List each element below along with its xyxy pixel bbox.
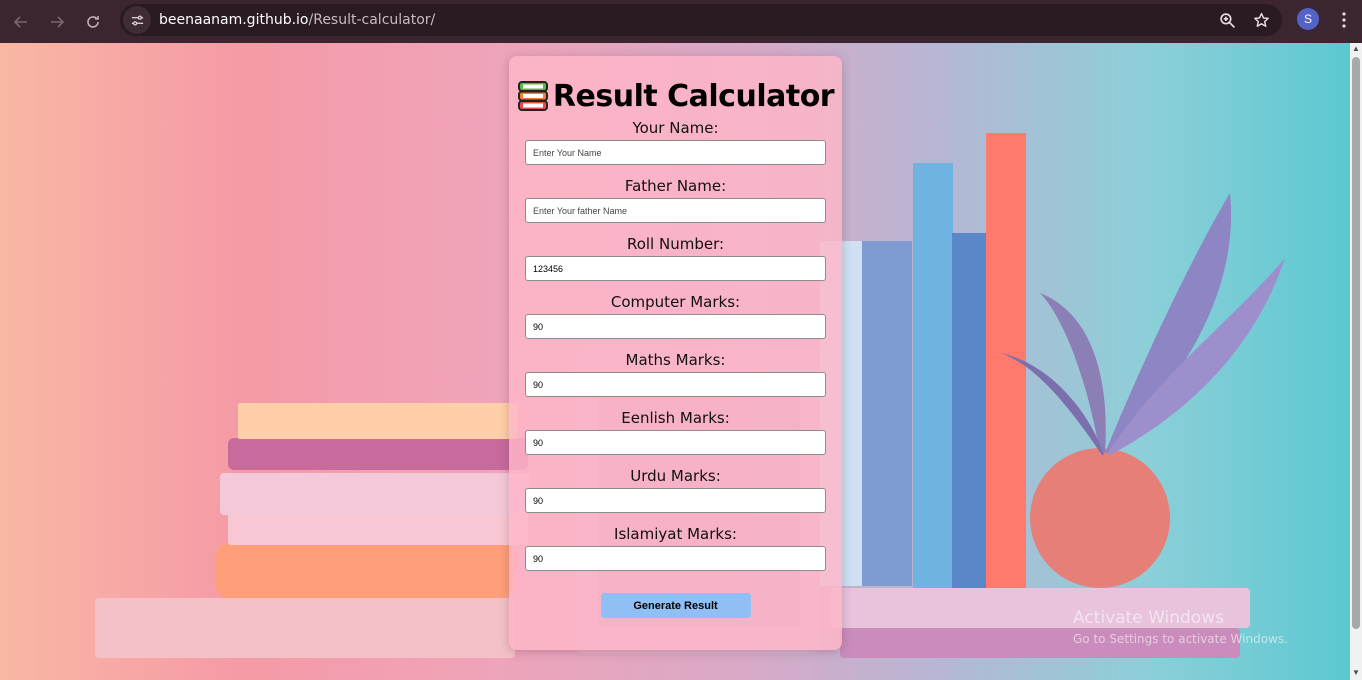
- url-path: /Result-calculator/: [308, 12, 436, 28]
- title-row: Result Calculator: [517, 78, 835, 114]
- computer-marks-input[interactable]: [525, 314, 826, 339]
- menu-dots-icon[interactable]: [1334, 9, 1354, 31]
- name-label: Your Name:: [632, 119, 719, 137]
- reload-icon[interactable]: [78, 7, 108, 37]
- books-icon: [517, 81, 548, 111]
- generate-result-button[interactable]: Generate Result: [600, 593, 751, 618]
- urdu-marks-input[interactable]: [525, 488, 826, 513]
- english-marks-input[interactable]: [525, 430, 826, 455]
- urdu-marks-field-group: Urdu Marks:: [525, 466, 826, 513]
- father-name-label: Father Name:: [624, 177, 727, 195]
- result-calculator-card: Result Calculator Your Name: Father Name…: [509, 56, 842, 650]
- name-input[interactable]: [525, 140, 826, 165]
- urdu-marks-label: Urdu Marks:: [630, 467, 721, 485]
- scroll-thumb[interactable]: [1352, 57, 1360, 629]
- scroll-up-icon[interactable]: ▲: [1352, 45, 1360, 53]
- father-name-field-group: Father Name:: [525, 176, 826, 223]
- computer-marks-label: Computer Marks:: [610, 293, 741, 311]
- islamiyat-marks-field-group: Islamiyat Marks:: [525, 524, 826, 571]
- father-name-input[interactable]: [525, 198, 826, 223]
- page-scrollbar[interactable]: ▲ ▼: [1350, 43, 1362, 680]
- browser-toolbar: beenaanam.github.io/Result-calculator/ S: [0, 0, 1362, 43]
- url-text[interactable]: beenaanam.github.io/Result-calculator/: [159, 12, 435, 28]
- bookmark-star-icon[interactable]: [1250, 8, 1272, 32]
- roll-number-label: Roll Number:: [626, 235, 725, 253]
- profile-avatar[interactable]: S: [1297, 8, 1319, 30]
- watermark-subtitle: Go to Settings to activate Windows.: [1073, 632, 1288, 646]
- islamiyat-marks-label: Islamiyat Marks:: [614, 525, 737, 543]
- english-marks-field-group: Eenlish Marks:: [525, 408, 826, 455]
- address-bar[interactable]: beenaanam.github.io/Result-calculator/: [120, 4, 1282, 36]
- page-title: Result Calculator: [552, 78, 835, 114]
- forward-icon[interactable]: [42, 7, 72, 37]
- watermark-title: Activate Windows: [1073, 608, 1224, 628]
- islamiyat-marks-input[interactable]: [525, 546, 826, 571]
- roll-number-field-group: Roll Number:: [525, 234, 826, 281]
- roll-number-input[interactable]: [525, 256, 826, 281]
- windows-activation-watermark: Activate Windows Go to Settings to activ…: [1073, 608, 1288, 646]
- computer-marks-field-group: Computer Marks:: [525, 292, 826, 339]
- scroll-down-icon[interactable]: ▼: [1352, 669, 1360, 677]
- maths-marks-input[interactable]: [525, 372, 826, 397]
- name-field-group: Your Name:: [525, 118, 826, 165]
- site-info-icon[interactable]: [123, 6, 151, 34]
- english-marks-label: Eenlish Marks:: [621, 409, 730, 427]
- back-icon[interactable]: [6, 7, 36, 37]
- maths-marks-label: Maths Marks:: [625, 351, 726, 369]
- zoom-icon[interactable]: [1216, 8, 1238, 32]
- url-host: beenaanam.github.io: [159, 12, 309, 28]
- maths-marks-field-group: Maths Marks:: [525, 350, 826, 397]
